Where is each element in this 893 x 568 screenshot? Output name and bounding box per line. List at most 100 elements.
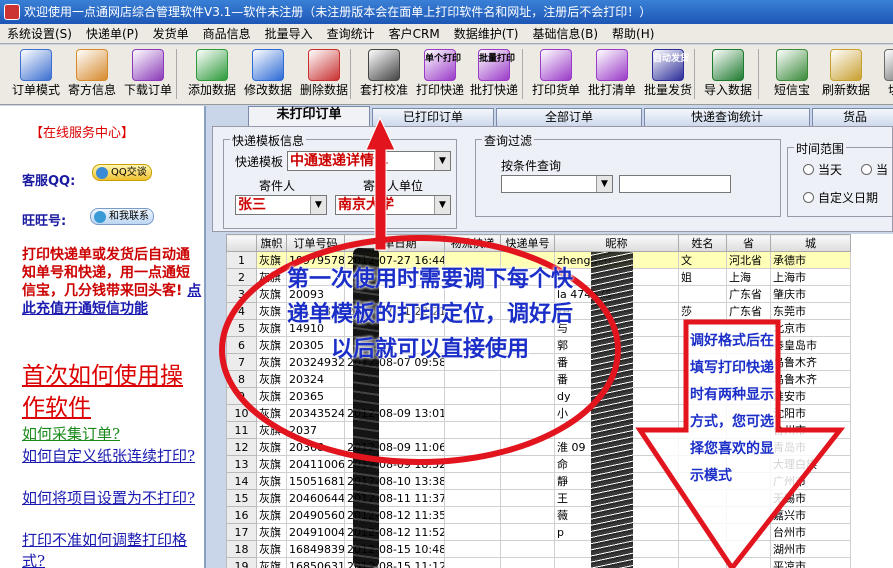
toolbar-button-8[interactable]: 批量打印 批打快递 (466, 47, 522, 103)
toolbar-button-3[interactable]: 添加数据 (184, 47, 240, 103)
table-cell: 8 (226, 370, 257, 388)
table-cell: 15051681 (286, 472, 345, 490)
tab-0[interactable]: 未打印订单 (248, 106, 370, 127)
table-cell: 灰旗 (256, 472, 287, 490)
table-cell: 灰旗 (256, 370, 287, 388)
wangwang-contact-button[interactable]: 和我联系 (90, 208, 154, 225)
toolbar-button-5[interactable]: 删除数据 (296, 47, 352, 103)
table-row[interactable]: 18灰旗168498392012-08-15 10:48:42湖州市 (226, 540, 851, 558)
toolbar-button-15[interactable]: 切换 (872, 47, 893, 103)
help-link-0[interactable]: 如何采集订单? (22, 424, 204, 445)
table-row[interactable]: 16灰旗204905602012-08-12 11:35:21薇嘉兴市 (226, 506, 851, 524)
table-cell (500, 472, 555, 490)
table-cell: 20368 (286, 438, 345, 456)
custom-date-radio[interactable]: 自定义日期 (803, 189, 878, 206)
table-cell: 青岛市 (770, 438, 851, 456)
table-cell: 10 (226, 404, 257, 422)
table-cell: 河北省 (726, 251, 771, 269)
table-row[interactable]: 17灰旗204910042012-08-12 11:52:26p台州市 (226, 523, 851, 541)
toolbar-button-11[interactable]: 自动发货 批量发货 (640, 47, 696, 103)
tab-2[interactable]: 全部订单 (496, 108, 642, 126)
table-cell: 20460644 (286, 489, 345, 507)
toolbar-separator (694, 49, 695, 99)
table-cell: 4 (226, 302, 257, 320)
column-header[interactable]: 快递单号 (500, 234, 555, 252)
current-radio[interactable]: 当 (861, 161, 888, 178)
table-cell: 20365 (286, 387, 345, 405)
menu-item-0[interactable]: 系统设置(S) (0, 24, 79, 43)
sms-icon (776, 49, 808, 81)
tab-4[interactable]: 货品 (812, 108, 893, 126)
table-cell: 2037 (286, 421, 345, 439)
toolbar-button-6[interactable]: 套打校准 (356, 47, 412, 103)
table-row[interactable]: 15灰旗204606442012-08-11 11:37:19王无锡市 (226, 489, 851, 507)
menu-item-9[interactable]: 帮助(H) (605, 24, 661, 43)
menu-item-7[interactable]: 数据维护(T) (447, 24, 526, 43)
table-cell: 肇庆市 (770, 285, 851, 303)
table-cell (444, 455, 501, 473)
table-cell (726, 540, 771, 558)
first-use-guide-link[interactable]: 首次如何使用操作软件 (22, 360, 202, 424)
table-header-row: 旗帜 订单号码 订单日期 物流快递 快递单号 昵称 姓名省城 (226, 234, 851, 252)
menu-bar: 系统设置(S) 快递单(P) 发货单 商品信息 批量导入 查询统计 客户CRM 数据维护(T)… (0, 24, 893, 44)
template-select[interactable]: 中通速递详情单 ▼ (287, 151, 451, 171)
help-link-3[interactable]: 打印不准如何调整打印格式? (22, 530, 204, 568)
toolbar-button-0[interactable]: 订单模式 (8, 47, 64, 103)
column-header[interactable]: 物流快递 (444, 234, 501, 252)
table-cell: 6 (226, 336, 257, 354)
today-radio[interactable]: 当天 (803, 161, 842, 178)
chevron-down-icon: ▼ (434, 196, 450, 214)
table-cell (726, 506, 771, 524)
table-cell: 灰旗 (256, 489, 287, 507)
toolbar-button-1[interactable]: 寄方信息 (64, 47, 120, 103)
table-cell: 19 (226, 557, 257, 568)
column-header[interactable]: 省 (726, 234, 771, 252)
table-cell (444, 370, 501, 388)
table-cell: 15 (226, 489, 257, 507)
tab-1[interactable]: 已打印订单 (372, 108, 494, 126)
toolbar-button-13[interactable]: 短信宝 (764, 47, 820, 103)
chevron-down-icon: ▼ (596, 176, 612, 192)
toolbar-separator (758, 49, 759, 99)
toolbar-button-2[interactable]: 下载订单 (120, 47, 176, 103)
column-header[interactable]: 旗帜 (256, 234, 287, 252)
qq-chat-button[interactable]: QQ交谈 (92, 164, 152, 181)
menu-item-1[interactable]: 快递单(P) (79, 24, 146, 43)
menu-item-6[interactable]: 客户CRM (382, 24, 447, 43)
help-link-1[interactable]: 如何自定义纸张连续打印? (22, 446, 204, 467)
toolbar-separator (350, 49, 351, 99)
condition-value-input[interactable] (619, 175, 731, 193)
table-cell: 16849839 (286, 540, 345, 558)
column-header[interactable]: 昵称 (554, 234, 679, 252)
toolbar-button-4[interactable]: 修改数据 (240, 47, 296, 103)
sender-unit-select[interactable]: 南京大学 ▼ (335, 195, 451, 215)
toolbar-button-14[interactable]: 刷新数据 (818, 47, 874, 103)
toolbar-button-10[interactable]: 批打清单 (584, 47, 640, 103)
column-header[interactable]: 订单号码 (286, 234, 345, 252)
toolbar-label: 短信宝 (773, 83, 810, 97)
table-cell: 20343524 (286, 404, 345, 422)
toolbar-button-7[interactable]: 单个打印 打印快递 (412, 47, 468, 103)
menu-item-8[interactable]: 基础信息(B) (525, 24, 605, 43)
column-header[interactable]: 姓名 (678, 234, 727, 252)
menu-item-4[interactable]: 批量导入 (258, 24, 320, 43)
table-row[interactable]: 19灰旗168506312012-08-15 11:12:58平凉市 (226, 557, 851, 568)
toolbar-separator (176, 49, 177, 99)
sms-notice-text: 打印快递单或发货后自动通知单号和快递，用一点通短信宝，几分钱带来回头客! (22, 247, 190, 299)
menu-item-5[interactable]: 查询统计 (320, 24, 382, 43)
toolbar-button-9[interactable]: 打印货单 (528, 47, 584, 103)
column-header[interactable] (226, 234, 257, 252)
toolbar-button-12[interactable]: 导入数据 (700, 47, 756, 103)
table-cell (500, 404, 555, 422)
tab-3[interactable]: 快递查询统计 (644, 108, 810, 126)
table-cell: 莎 (678, 302, 727, 320)
sender-select[interactable]: 张三 ▼ (235, 195, 327, 215)
toolbar-label: 删除数据 (299, 83, 348, 97)
table-cell: 上海市 (770, 268, 851, 286)
column-header[interactable]: 城 (770, 234, 851, 252)
template-group-title: 快递模板信息 (230, 132, 307, 149)
menu-item-3[interactable]: 商品信息 (196, 24, 258, 43)
condition-field-select[interactable]: ▼ (501, 175, 613, 193)
menu-item-2[interactable]: 发货单 (146, 24, 196, 43)
help-link-2[interactable]: 如何将项目设置为不打印? (22, 488, 204, 509)
